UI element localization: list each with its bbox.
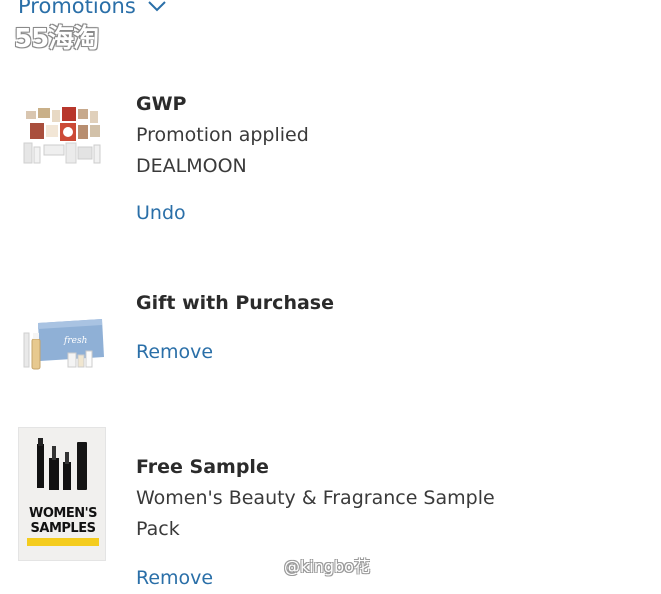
- promotion-description-cont: Pack: [136, 518, 180, 540]
- watermark-logo: 55海淘: [14, 24, 99, 54]
- chevron-down-icon[interactable]: [146, 0, 168, 17]
- promotion-description: Women's Beauty & Fragrance Sample: [136, 487, 495, 509]
- yellow-bar: [27, 538, 99, 546]
- promotions-title[interactable]: Promotions: [18, 0, 136, 18]
- womens-label: WOMEN'S: [29, 506, 97, 521]
- remove-link[interactable]: Remove: [136, 341, 213, 363]
- promotion-title: GWP: [136, 93, 187, 115]
- samples-label: SAMPLES: [30, 521, 96, 536]
- brand-text: fresh: [63, 336, 87, 346]
- gift-set-collage-icon: [18, 103, 106, 173]
- promotion-title: Gift with Purchase: [136, 292, 334, 314]
- watermark-user: @kingbo花: [284, 557, 370, 576]
- promotions-header[interactable]: Promotions: [18, 0, 168, 18]
- undo-link[interactable]: Undo: [136, 202, 186, 224]
- promotion-code: DEALMOON: [136, 155, 247, 177]
- womens-samples-card-icon: WOMEN'S SAMPLES: [18, 427, 106, 561]
- promotion-title: Free Sample: [136, 456, 269, 478]
- womens-samples-label: WOMEN'S SAMPLES: [19, 506, 107, 536]
- remove-link[interactable]: Remove: [136, 567, 213, 589]
- fresh-pouch-set-icon: fresh: [18, 313, 106, 373]
- promotion-status: Promotion applied: [136, 124, 309, 146]
